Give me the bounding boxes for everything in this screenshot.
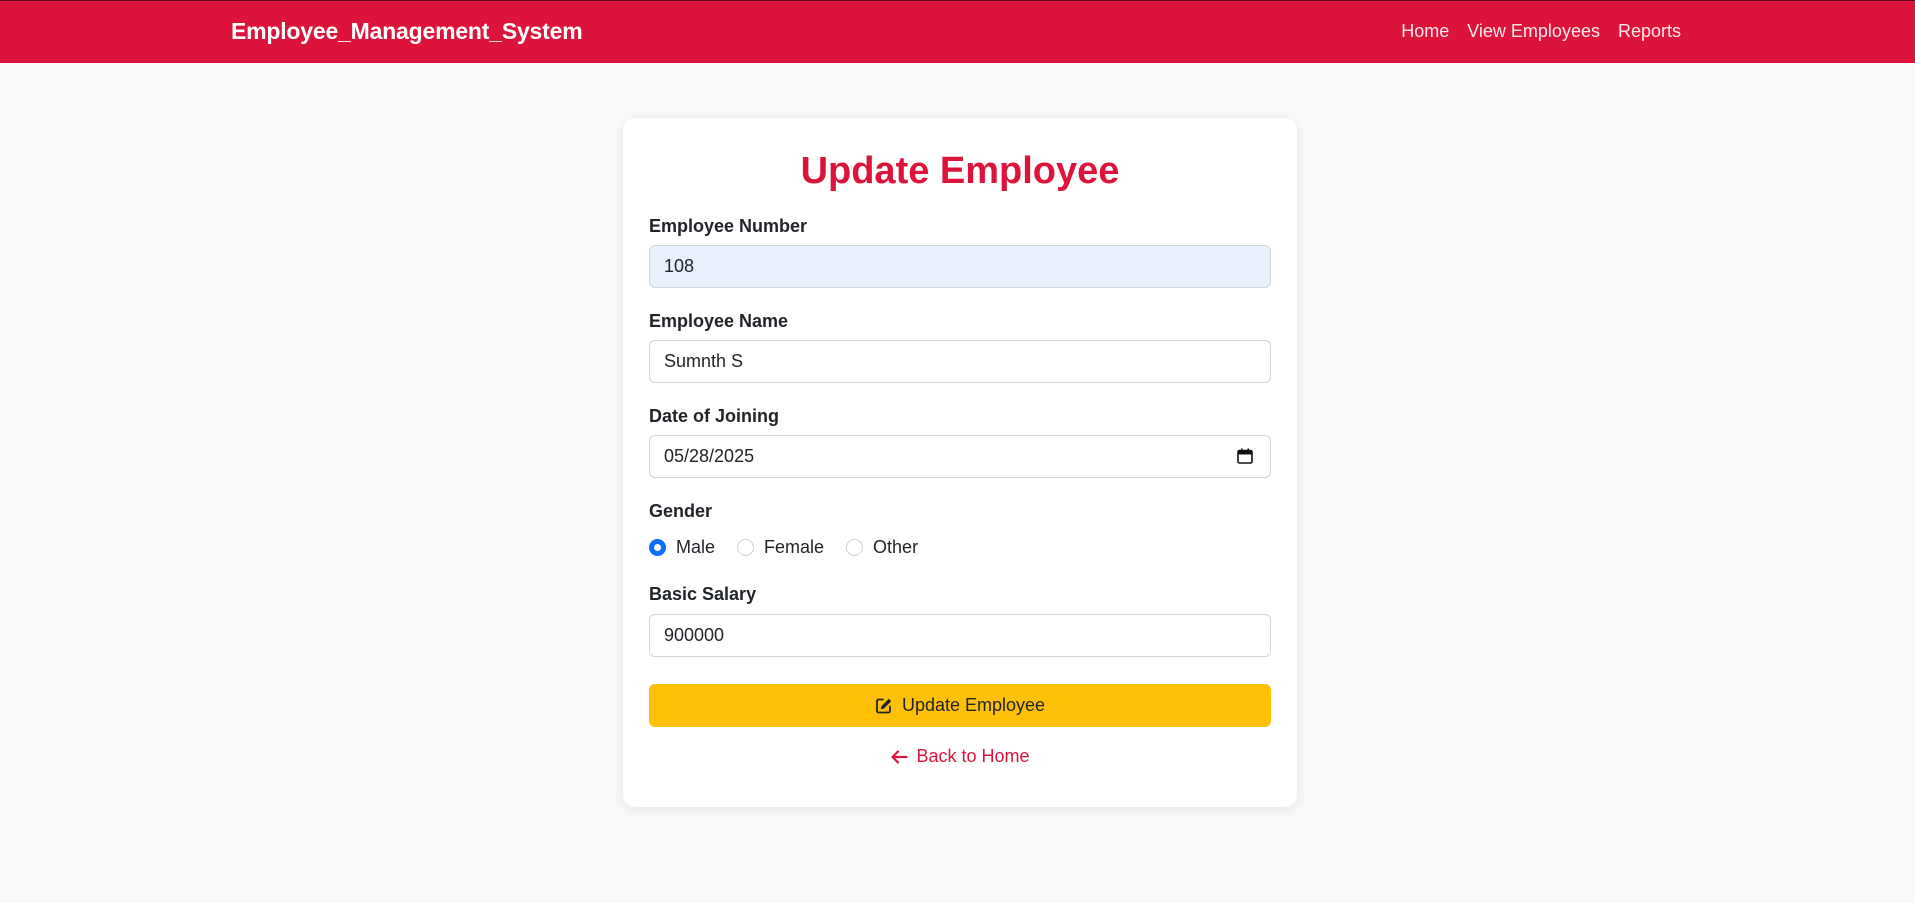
gender-radio-group: Male Female Other bbox=[649, 535, 1271, 559]
gender-other-radio[interactable] bbox=[846, 538, 864, 556]
gender-label: Gender bbox=[649, 501, 713, 521]
employee-number-label: Employee Number bbox=[649, 216, 808, 236]
page-title: Update Employee bbox=[800, 150, 1120, 192]
arrow-left-icon bbox=[891, 749, 909, 764]
basic-salary-input[interactable]: 900000 bbox=[649, 614, 1271, 657]
gender-male-radio[interactable] bbox=[649, 538, 666, 556]
back-to-home-link[interactable]: Back to Home bbox=[649, 746, 1271, 767]
calendar-icon[interactable] bbox=[1237, 448, 1253, 464]
top-navbar: Employee_Management_System Home View Emp… bbox=[0, 0, 1915, 63]
date-of-joining-input[interactable]: 05/28/2025 bbox=[649, 435, 1271, 478]
employee-name-input[interactable]: Sumnth S bbox=[649, 340, 1271, 383]
update-employee-button-label: Update Employee bbox=[901, 695, 1046, 715]
date-of-joining-label: Date of Joining bbox=[649, 406, 779, 426]
date-value: 05/28/2025 bbox=[664, 446, 755, 466]
gender-other-label: Other bbox=[873, 536, 919, 557]
gender-female-radio[interactable] bbox=[737, 538, 755, 556]
edit-icon bbox=[876, 698, 892, 713]
nav-link-view-employees[interactable]: View Employees bbox=[1467, 21, 1600, 42]
update-employee-button[interactable]: Update Employee bbox=[649, 684, 1271, 727]
nav-link-reports[interactable]: Reports bbox=[1618, 21, 1681, 42]
nav-links: Home View Employees Reports bbox=[1401, 21, 1681, 42]
gender-female-label: Female bbox=[764, 536, 825, 557]
brand-logo[interactable]: Employee_Management_System bbox=[231, 18, 583, 45]
gender-option-female[interactable]: Female bbox=[737, 537, 824, 558]
employee-number-input[interactable]: 108 bbox=[649, 245, 1271, 288]
gender-option-male[interactable]: Male bbox=[649, 537, 715, 558]
basic-salary-label: Basic Salary bbox=[649, 584, 757, 604]
gender-male-label: Male bbox=[676, 536, 716, 557]
update-employee-card: Update Employee Employee Number 108 Empl… bbox=[623, 118, 1297, 807]
nav-link-home[interactable]: Home bbox=[1401, 21, 1449, 42]
gender-option-other[interactable]: Other bbox=[846, 537, 918, 558]
back-to-home-label: Back to Home bbox=[916, 746, 1030, 766]
employee-name-label: Employee Name bbox=[649, 311, 789, 331]
